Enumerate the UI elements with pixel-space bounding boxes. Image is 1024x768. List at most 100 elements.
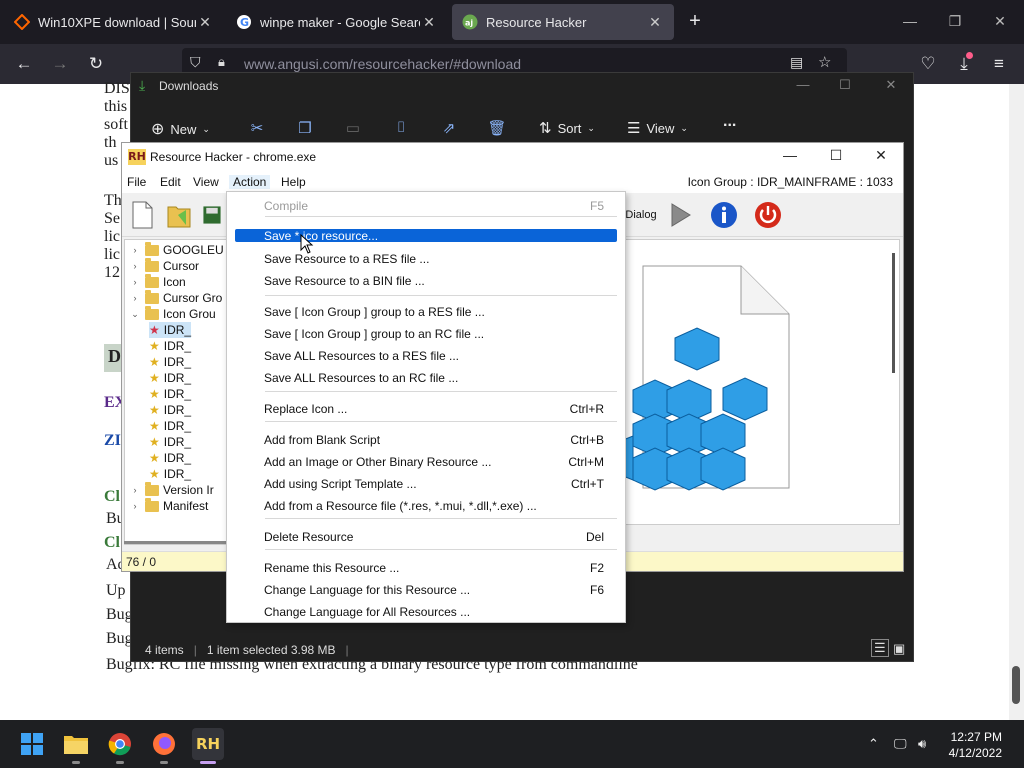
menu-action[interactable]: Action [229, 175, 271, 189]
menu-item[interactable]: Replace Icon ... Ctrl+R [235, 401, 617, 417]
tree-item[interactable]: ★ IDR_ [149, 338, 191, 354]
expand-icon[interactable]: › [129, 277, 141, 287]
chrome-icon[interactable] [104, 728, 136, 760]
reload-icon[interactable]: ↻ [85, 53, 107, 75]
cut-icon[interactable]: ✂ [247, 119, 267, 139]
menu-item[interactable]: Rename this Resource ... F2 [235, 560, 617, 576]
tree-item[interactable]: › Icon [129, 273, 186, 290]
volume-icon[interactable]: 🔊︎ [918, 736, 926, 752]
expand-icon[interactable]: › [129, 485, 141, 495]
menu-item[interactable]: Change Language for All Resources ... [235, 604, 617, 620]
menu-help[interactable]: Help [281, 175, 306, 189]
maximize-icon[interactable]: ☐ [833, 77, 857, 93]
menu-view[interactable]: View [193, 175, 219, 189]
close-icon[interactable]: ✕ [196, 14, 214, 31]
save-file-icon[interactable] [202, 197, 222, 233]
share-icon[interactable]: ⇗ [439, 119, 459, 139]
menu-item[interactable]: Add using Script Template ... Ctrl+T [235, 476, 617, 492]
expand-icon[interactable]: › [129, 293, 141, 303]
tree-item[interactable]: ⌄ Icon Grou [129, 305, 216, 322]
back-icon[interactable]: ← [13, 53, 35, 75]
tree-item[interactable]: › Version Ir [129, 481, 214, 498]
menu-item[interactable]: Save *.ico resource... [235, 229, 617, 243]
preview-vertical-scrollbar[interactable] [892, 253, 895, 373]
bookmark-star-icon[interactable]: ☆ [818, 53, 831, 71]
collapse-icon[interactable]: ⌄ [129, 309, 141, 320]
tab-resource-hacker[interactable]: aj Resource Hacker ✕ [452, 4, 674, 40]
windows-start-icon[interactable] [16, 728, 48, 760]
menu-item[interactable]: Save ALL Resources to an RC file ... [235, 370, 617, 386]
minimize-icon[interactable]: — [791, 77, 815, 92]
menu-item[interactable]: Change Language for this Resource ... F6 [235, 582, 617, 598]
menu-icon[interactable]: ≡ [988, 53, 1010, 75]
file-explorer-icon[interactable] [60, 728, 92, 760]
tiles-view-icon[interactable]: ▣ [893, 641, 905, 657]
page-scrollbar[interactable] [1009, 84, 1024, 720]
dialog-editor-button[interactable]: Dialog [624, 197, 658, 233]
menu-edit[interactable]: Edit [160, 175, 181, 189]
reader-view-icon[interactable]: ▤ [790, 54, 803, 71]
tree-horizontal-scrollbar[interactable] [124, 537, 228, 547]
tab-win10xpe[interactable]: Win10XPE download | SourceFo ✕ [4, 4, 224, 40]
minimize-icon[interactable]: — [776, 147, 804, 163]
rename-icon[interactable]: ⌷ [391, 119, 411, 139]
expand-icon[interactable]: › [129, 501, 141, 511]
sort-button[interactable]: ⇅ Sort ⌄ [539, 119, 595, 137]
maximize-icon[interactable]: ☐ [822, 147, 850, 164]
view-button[interactable]: ☰ View ⌄ [627, 119, 688, 137]
paste-icon[interactable]: ▭ [343, 119, 363, 139]
tree-item[interactable]: ★ IDR_ [149, 370, 191, 386]
info-icon[interactable] [706, 197, 742, 233]
menu-item[interactable]: Add from Blank Script Ctrl+B [235, 432, 617, 448]
tree-item[interactable]: ★ IDR_ [149, 418, 191, 434]
maximize-icon[interactable]: ❐ [945, 10, 965, 32]
tree-item[interactable]: ★ IDR_ [149, 386, 191, 402]
network-icon[interactable]: 🖵︎ [894, 736, 907, 752]
menu-item[interactable]: Add an Image or Other Binary Resource ..… [235, 454, 617, 470]
menu-item[interactable]: Add from a Resource file (*.res, *.mui, … [235, 498, 617, 514]
page-link[interactable]: ZI [104, 432, 121, 450]
power-exit-icon[interactable] [750, 197, 786, 233]
menu-item[interactable]: Save Resource to a BIN file ... [235, 273, 617, 289]
tree-item[interactable]: › Cursor Gro [129, 289, 222, 306]
tree-item[interactable]: › GOOGLEU [129, 241, 224, 258]
open-file-icon[interactable] [162, 197, 198, 233]
run-script-icon[interactable] [662, 197, 698, 233]
shield-icon[interactable]: ⛉ [190, 54, 201, 71]
firefox-icon[interactable] [148, 728, 180, 760]
menu-item[interactable]: Delete Resource Del [235, 529, 617, 545]
tree-item[interactable]: ★ IDR_ [149, 434, 191, 450]
close-icon[interactable]: ✕ [879, 77, 903, 93]
menu-file[interactable]: File [127, 175, 146, 189]
expand-icon[interactable]: › [129, 245, 141, 255]
close-window-icon[interactable]: ✕ [990, 10, 1010, 32]
page-scrollbar-thumb[interactable] [1012, 666, 1020, 704]
copy-icon[interactable]: ❐ [295, 119, 315, 139]
system-clock[interactable]: 12:27 PM 4/12/2022 [949, 729, 1002, 761]
new-file-icon[interactable] [124, 197, 160, 233]
tab-google-search[interactable]: G winpe maker - Google Search ✕ [226, 4, 448, 40]
details-view-icon[interactable]: ☰ [871, 639, 889, 657]
lock-icon[interactable]: 🔒︎ [218, 54, 225, 70]
menu-item[interactable]: Save ALL Resources to a RES file ... [235, 348, 617, 364]
tree-item[interactable]: ★ IDR_ [149, 466, 191, 482]
pocket-icon[interactable]: ♡ [917, 53, 939, 75]
forward-icon[interactable]: → [49, 53, 71, 75]
new-button[interactable]: ⊕ New ⌄ [151, 119, 210, 139]
close-icon[interactable]: ✕ [420, 14, 438, 31]
tree-item[interactable]: ★ IDR_ [149, 450, 191, 466]
menu-item[interactable]: Save [ Icon Group ] group to a RES file … [235, 304, 617, 320]
more-options-icon[interactable]: ... [723, 113, 736, 131]
menu-item[interactable]: Save [ Icon Group ] group to an RC file … [235, 326, 617, 342]
tree-item[interactable]: › Manifest [129, 497, 208, 514]
tree-item[interactable]: ★ IDR_ [149, 354, 191, 370]
minimize-icon[interactable]: — [900, 10, 920, 32]
resource-hacker-taskbar-icon[interactable]: RH [192, 728, 224, 760]
tree-item[interactable]: ★ IDR_ [149, 322, 192, 338]
chevron-up-icon[interactable]: ⌃ [868, 736, 879, 752]
delete-icon[interactable]: 🗑︎ [487, 119, 507, 139]
tree-item[interactable]: › Cursor [129, 257, 199, 274]
tree-item[interactable]: ★ IDR_ [149, 402, 191, 418]
menu-item[interactable]: Save Resource to a RES file ... [235, 251, 617, 267]
new-tab-icon[interactable]: + [684, 10, 706, 32]
